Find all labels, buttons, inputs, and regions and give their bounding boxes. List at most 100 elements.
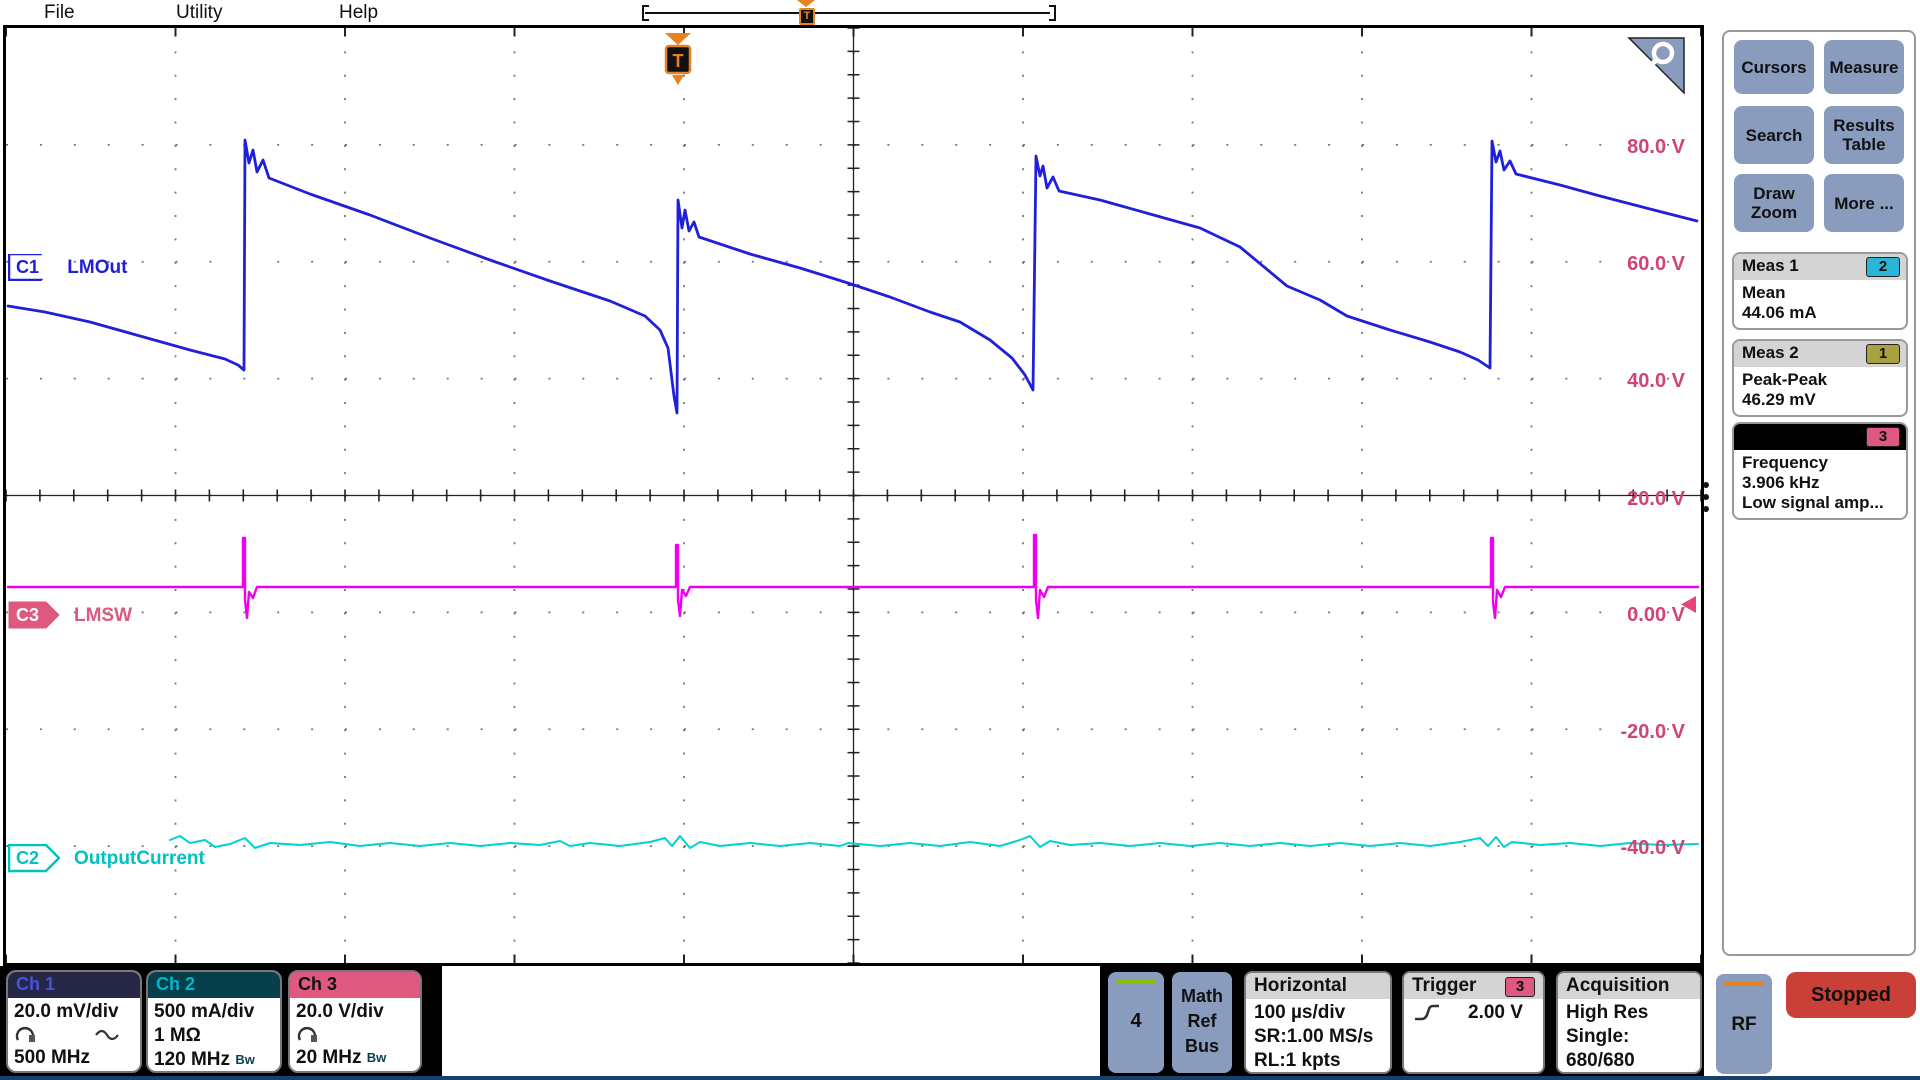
y-axis-label: -40.0 V	[1621, 837, 1685, 860]
channel-tag-c3[interactable]: C3 LMSW	[8, 601, 132, 630]
c2-tag-outline-icon: C2	[8, 844, 60, 873]
meas-1-body: Mean 44.06 mA	[1734, 280, 1906, 328]
trigger-position-arrow-icon[interactable]	[797, 0, 815, 7]
c2-label: OutputCurrent	[74, 848, 205, 870]
aux-4-button[interactable]: 4	[1108, 972, 1164, 1073]
horizontal-position-bar[interactable]	[645, 12, 1050, 14]
meas-2-body: Peak-Peak 46.29 mV	[1734, 367, 1906, 415]
ch3-header: Ch 3	[290, 972, 420, 998]
ch1-settings: 20.0 mV/div 500 MHz	[8, 998, 140, 1070]
meas-2-card[interactable]: Meas 2 1 Peak-Peak 46.29 mV	[1732, 339, 1908, 417]
ch3-bandwidth: 20 MHz Bw	[296, 1046, 414, 1070]
y-axis-label: 0.00 V	[1627, 604, 1685, 627]
trigger-marker-label: T	[673, 51, 684, 71]
rising-edge-icon	[1412, 1001, 1442, 1025]
right-control-panel: Cursors Measure Search Results Table Dra…	[1722, 30, 1916, 956]
ch2-scale: 500 mA/div	[154, 1000, 274, 1024]
c1-tag-outline-icon: C1	[8, 253, 60, 282]
draw-zoom-button[interactable]: Draw Zoom	[1734, 174, 1814, 232]
orange-accent-bar	[1724, 982, 1764, 986]
graticule: T	[6, 28, 1701, 963]
ch1-header: Ch 1	[8, 972, 140, 998]
minimap-left-bracket	[642, 5, 649, 21]
trigger-position-marker[interactable]: T	[799, 8, 815, 25]
measure-button[interactable]: Measure	[1824, 40, 1904, 94]
trigger-source-badge: 3	[1505, 977, 1535, 997]
trigger-panel[interactable]: Trigger 3 2.00 V	[1402, 971, 1545, 1074]
results-table-button[interactable]: Results Table	[1824, 106, 1904, 164]
channel-tag-c1[interactable]: C1 C1 LMOut	[8, 254, 127, 281]
more-button[interactable]: More ...	[1824, 174, 1904, 232]
ch2-bw-limit-tag: Bw	[235, 1052, 255, 1067]
horizontal-panel[interactable]: Horizontal 100 µs/div SR:1.00 MS/s RL:1 …	[1244, 971, 1392, 1074]
ch1-badge[interactable]: Ch 1 20.0 mV/div 500 MHz	[6, 970, 142, 1073]
c3-label: LMSW	[74, 605, 132, 627]
meas-3-source-badge: 3	[1866, 427, 1900, 447]
meas-1-source-badge: 2	[1866, 257, 1900, 277]
acquisition-mode: High Res	[1566, 1001, 1692, 1025]
record-length: RL:1 kpts	[1254, 1049, 1382, 1073]
c3-tag-shape-icon: C3	[8, 601, 60, 630]
c2-waveform	[170, 836, 1698, 848]
horizontal-scale: 100 µs/div	[1254, 1001, 1382, 1025]
magnifier-handle-icon	[1644, 60, 1656, 73]
bottom-edge-line	[0, 1076, 1920, 1080]
waveform-display[interactable]: T C1 C1 LMOut C3 LMSW	[3, 25, 1704, 966]
trigger-panel-body: 2.00 V	[1404, 999, 1543, 1027]
trigger-panel-header: Trigger 3	[1404, 973, 1543, 999]
ch2-bandwidth: 120 MHz Bw	[154, 1048, 274, 1072]
meas-3-card[interactable]: 3 Frequency 3.906 kHz Low signal amp...	[1732, 422, 1908, 520]
ch3-badge[interactable]: Ch 3 20.0 V/div 20 MHz Bw	[288, 970, 422, 1073]
green-accent-bar	[1116, 980, 1156, 984]
run-stop-status-button[interactable]: Stopped	[1786, 972, 1916, 1018]
trigger-level: 2.00 V	[1468, 1001, 1523, 1025]
ch2-badge[interactable]: Ch 2 500 mA/div 1 MΩ 120 MHz Bw	[146, 970, 282, 1073]
meas-1-card[interactable]: Meas 1 2 Mean 44.06 mA	[1732, 252, 1908, 330]
aux-4-label: 4	[1108, 1010, 1164, 1033]
acquisition-panel-body: High Res Single: 680/680	[1558, 999, 1700, 1074]
c1-label: LMOut	[67, 257, 127, 279]
y-axis-label: 20.0 V	[1627, 488, 1685, 511]
y-axis-label: 60.0 V	[1627, 253, 1685, 276]
c1-waveform	[8, 140, 1697, 413]
acquisition-panel[interactable]: Acquisition High Res Single: 680/680	[1556, 971, 1702, 1074]
ch2-impedance: 1 MΩ	[154, 1024, 274, 1048]
y-axis-label: 40.0 V	[1627, 370, 1685, 393]
horizontal-panel-body: 100 µs/div SR:1.00 MS/s RL:1 kpts	[1246, 999, 1390, 1074]
math-ref-bus-button[interactable]: Math Ref Bus	[1172, 972, 1232, 1073]
c1-tag-id: C1	[16, 257, 39, 277]
acquisition-panel-header: Acquisition	[1558, 973, 1700, 999]
menu-utility[interactable]: Utility	[176, 2, 222, 24]
ch3-settings: 20.0 V/div 20 MHz Bw	[290, 998, 420, 1070]
meas-1-header: Meas 1 2	[1734, 254, 1906, 280]
y-axis-label: -20.0 V	[1621, 721, 1685, 744]
cursors-button[interactable]: Cursors	[1734, 40, 1814, 94]
rf-button[interactable]: RF	[1716, 974, 1772, 1074]
minimap-right-bracket	[1049, 5, 1056, 21]
probe-icon	[14, 1026, 38, 1044]
ch3-scale: 20.0 V/div	[296, 1000, 414, 1024]
sample-rate: SR:1.00 MS/s	[1254, 1025, 1382, 1049]
c2-tag-id: C2	[16, 848, 39, 868]
panel-handle-dots-icon[interactable]	[1703, 482, 1709, 488]
y-axis-label: 80.0 V	[1627, 136, 1685, 159]
acquisition-type: Single:	[1566, 1025, 1692, 1049]
channel-tag-c2[interactable]: C2 OutputCurrent	[8, 844, 205, 873]
horizontal-panel-header: Horizontal	[1246, 973, 1390, 999]
c3-tag-id: C3	[16, 605, 39, 625]
ac-coupling-icon	[94, 1027, 120, 1043]
search-button[interactable]: Search	[1734, 106, 1814, 164]
ch1-bandwidth: 500 MHz	[14, 1046, 134, 1070]
ch3-bw-limit-tag: Bw	[367, 1050, 387, 1065]
rf-label: RF	[1716, 1014, 1772, 1036]
trigger-marker-tail-icon	[672, 75, 684, 85]
acquisition-count: 680/680	[1566, 1049, 1692, 1073]
ch1-scale: 20.0 mV/div	[14, 1000, 134, 1024]
ch2-settings: 500 mA/div 1 MΩ 120 MHz Bw	[148, 998, 280, 1072]
probe-icon	[296, 1026, 320, 1044]
menu-file[interactable]: File	[44, 2, 75, 24]
menu-help[interactable]: Help	[339, 2, 378, 24]
meas-3-header: 3	[1734, 424, 1906, 450]
trigger-marker-arrow-icon[interactable]	[665, 33, 691, 45]
meas-3-body: Frequency 3.906 kHz Low signal amp...	[1734, 450, 1906, 518]
